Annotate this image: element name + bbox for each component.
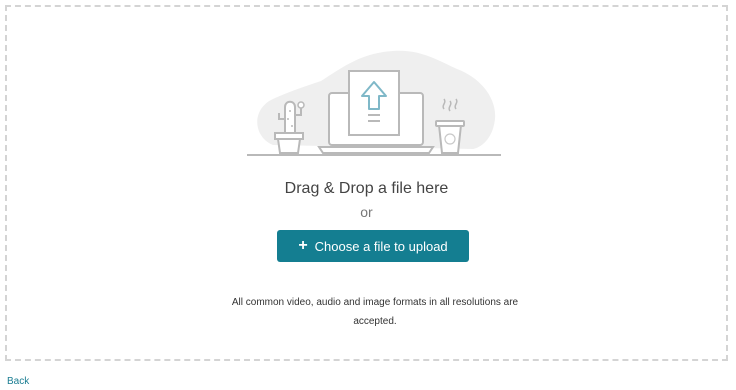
choose-file-button[interactable]: + Choose a file to upload [277, 230, 469, 262]
back-link[interactable]: Back [7, 376, 29, 387]
plus-icon: + [298, 237, 308, 254]
upload-page: Drag & Drop a file here or + Choose a fi… [0, 0, 736, 390]
or-separator: or [360, 204, 373, 220]
upload-illustration-icon [247, 50, 501, 156]
drop-heading: Drag & Drop a file here [284, 180, 449, 197]
accepted-formats-note: All common video, audio and image format… [231, 297, 519, 327]
dropzone[interactable]: Drag & Drop a file here or + Choose a fi… [5, 5, 728, 361]
choose-file-button-label: Choose a file to upload [314, 238, 448, 254]
